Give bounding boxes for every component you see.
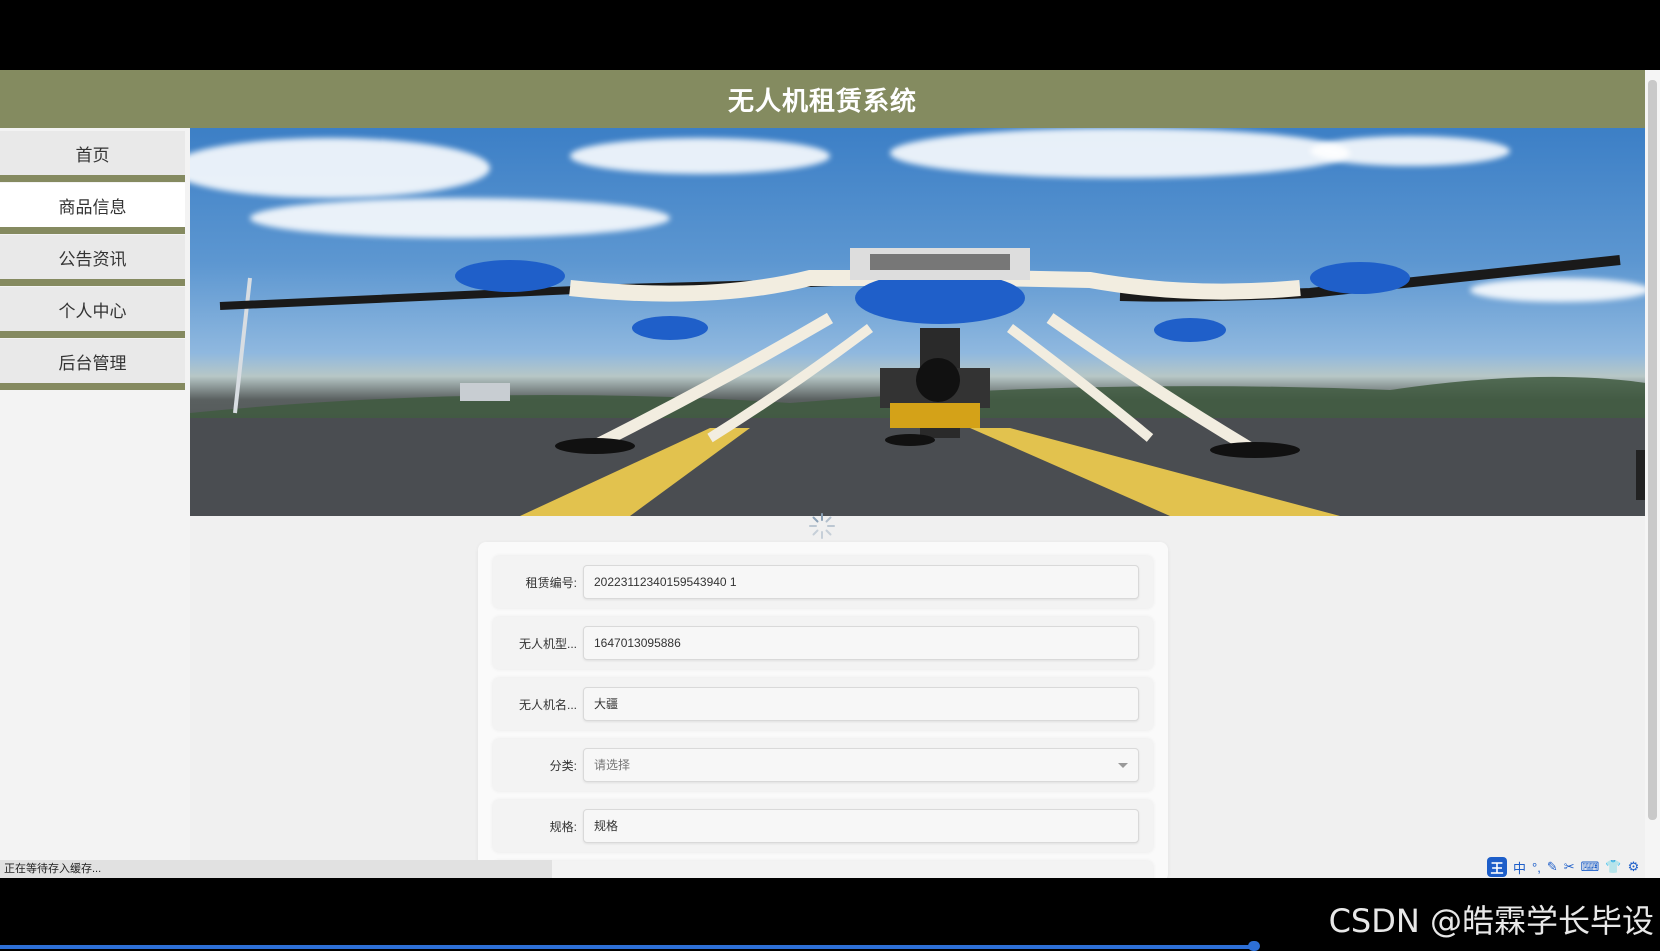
category-placeholder: 请选择 [594, 758, 631, 772]
form-row-model: 无人机型... 1647013095886 [493, 617, 1153, 669]
rental-no-label: 租赁编号: [525, 575, 577, 590]
rental-form: 租赁编号: 20223112340159543940 1 无人机型... 164… [478, 542, 1168, 878]
form-row-spec: 规格: 规格 [493, 800, 1153, 852]
punctuation-icon[interactable]: °, [1532, 860, 1541, 875]
spec-field[interactable]: 规格 [583, 809, 1139, 843]
name-field[interactable]: 大疆 [583, 687, 1139, 721]
form-row-rental-no: 租赁编号: 20223112340159543940 1 [493, 556, 1153, 608]
status-text: 正在等待存入缓存... [4, 863, 102, 875]
sidebar-item-products[interactable]: 商品信息 [0, 183, 185, 234]
category-select[interactable]: 请选择 [583, 748, 1139, 782]
form-row-name: 无人机名... 大疆 [493, 678, 1153, 730]
ime-logo-icon[interactable]: 王 [1487, 857, 1507, 877]
carousel-banner[interactable] [190, 128, 1646, 516]
sidebar-nav: 首页 商品信息 公告资讯 个人中心 后台管理 [0, 128, 190, 878]
site-header: 无人机租赁系统 [0, 70, 1645, 128]
browser-status-bar: 正在等待存入缓存... [0, 860, 552, 878]
site-title: 无人机租赁系统 [727, 85, 917, 116]
drone-illustration [190, 248, 1646, 516]
scissors-icon[interactable]: ✂ [1564, 859, 1575, 875]
video-progress-bar[interactable] [0, 945, 1255, 949]
model-label: 无人机型... [518, 636, 577, 651]
chevron-down-icon [1118, 763, 1128, 768]
watermark: CSDN @皓霖学长毕设 [1328, 902, 1654, 940]
sidebar-item-announcements[interactable]: 公告资讯 [0, 235, 185, 286]
keyboard-icon[interactable]: ⌨ [1581, 859, 1600, 875]
top-letterbox [0, 0, 1660, 70]
sidebar-item-label: 商品信息 [58, 197, 127, 217]
sidebar-item-label: 个人中心 [58, 301, 127, 321]
gear-icon[interactable]: ⚙ [1628, 859, 1640, 875]
sidebar-item-home[interactable]: 首页 [0, 131, 185, 182]
skin-icon[interactable]: 👕 [1605, 859, 1621, 875]
category-label: 分类: [549, 758, 577, 773]
loading-spinner-icon [809, 513, 835, 539]
sidebar-item-label: 公告资讯 [58, 249, 127, 269]
sidebar-item-label: 首页 [75, 145, 110, 165]
rental-no-field[interactable]: 20223112340159543940 1 [583, 565, 1139, 599]
ime-toolbar[interactable]: 王 中 °, ✎ ✂ ⌨ 👕 ⚙ [1487, 856, 1657, 878]
pen-icon[interactable]: ✎ [1547, 859, 1558, 875]
model-field[interactable]: 1647013095886 [583, 626, 1139, 660]
form-row-next [493, 861, 1153, 878]
name-label: 无人机名... [518, 697, 577, 712]
scrollbar-thumb[interactable] [1648, 80, 1657, 820]
form-row-category: 分类: 请选择 [493, 739, 1153, 791]
ime-badge-label: 王 [1490, 860, 1504, 876]
spec-label: 规格: [549, 819, 577, 834]
browser-viewport: 无人机租赁系统 首页 商品信息 公告资讯 个人中心 后台管理 租赁编号: 202… [0, 70, 1660, 878]
sidebar-item-admin[interactable]: 后台管理 [0, 339, 185, 390]
ime-mode[interactable]: 中 [1513, 858, 1526, 877]
sidebar-item-label: 后台管理 [58, 353, 127, 373]
sidebar-item-profile[interactable]: 个人中心 [0, 287, 185, 338]
